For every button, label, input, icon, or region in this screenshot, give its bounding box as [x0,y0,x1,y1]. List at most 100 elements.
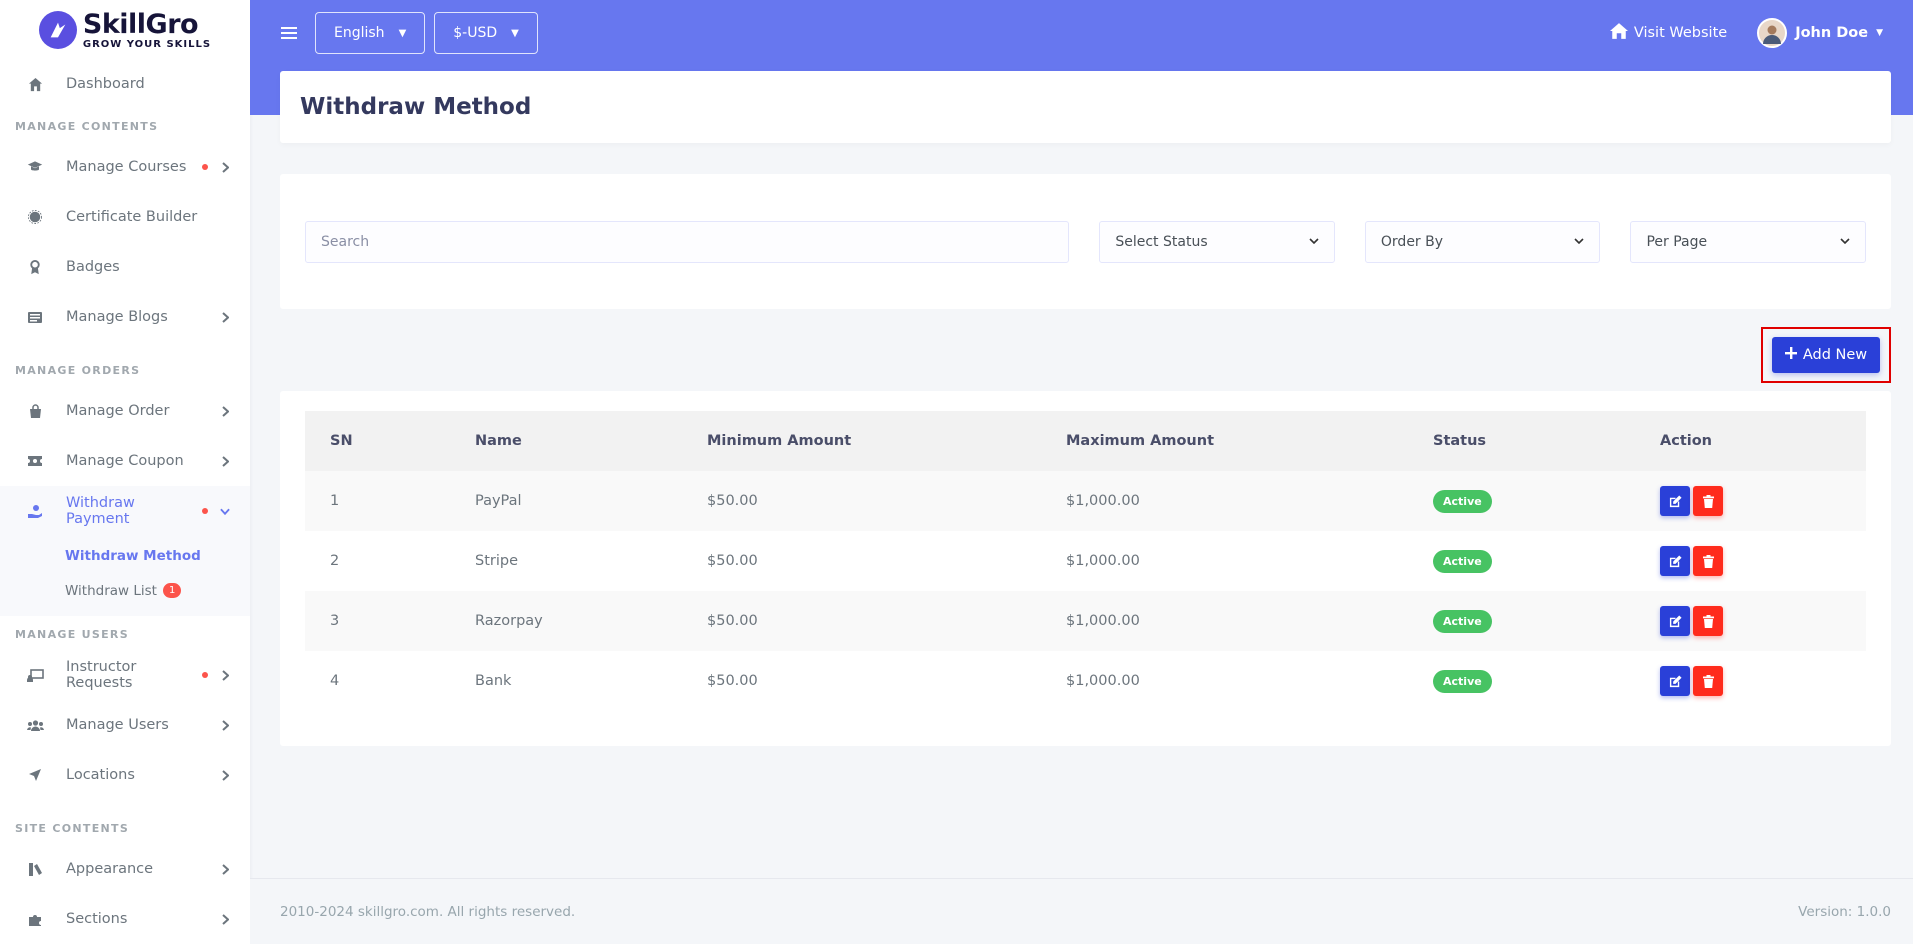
chevron-right-icon [220,311,230,323]
cell-max: $1,000.00 [1066,613,1140,629]
caret-down-icon: ▼ [398,27,407,39]
edit-button[interactable] [1660,486,1690,516]
sidebar-item-label: Dashboard [66,76,145,92]
user-name: John Doe [1795,25,1869,41]
status-badge[interactable]: Active [1433,669,1492,693]
cell-min: $50.00 [707,613,758,629]
cell-status: Active [1408,651,1635,711]
users-icon [26,716,44,734]
cell-min: $50.00 [707,553,758,569]
certificate-icon [26,208,44,226]
cell-action [1635,651,1866,711]
footer: 2010-2024 skillgro.com. All rights reser… [250,878,1913,944]
sidebar-item-manage-order[interactable]: Manage Order [0,386,250,436]
chevron-down-icon [1309,236,1319,247]
sidebar-item-label: Manage Courses [66,159,187,175]
notification-dot [202,672,208,678]
version-text: Version: 1.0.0 [1798,903,1891,920]
sidebar-item-manage-users[interactable]: Manage Users [0,700,250,750]
cell-name: PayPal [475,493,522,509]
sidebar-item-dashboard[interactable]: Dashboard [0,60,250,108]
table-header-row: SN Name Minimum Amount Maximum Amount St… [305,411,1866,471]
sidebar-item-withdraw-payment[interactable]: Withdraw Payment [0,486,250,536]
chalkboard-user-icon [26,666,44,684]
cell-sn: 4 [330,673,340,689]
home-icon [26,75,44,93]
sidebar-item-label: Certificate Builder [66,209,198,225]
currency-value: $-USD [453,25,498,41]
cell-name: Razorpay [475,613,543,629]
brand-logo[interactable]: SkillGro GROW YOUR SKILLS [0,0,250,60]
sidebar-item-manage-coupon[interactable]: Manage Coupon [0,436,250,486]
cell-max: $1,000.00 [1066,673,1140,689]
sidebar-item-certificate-builder[interactable]: Certificate Builder [0,192,250,242]
sidebar-subitem-label: Withdraw List [65,582,157,599]
palette-icon [26,860,44,878]
cell-status: Active [1408,591,1635,651]
cell-status: Active [1408,531,1635,591]
cell-action [1635,471,1866,531]
status-select[interactable]: Select Status [1099,220,1335,263]
logo-icon [38,11,77,49]
column-header-min-amount: Minimum Amount [707,433,852,449]
sidebar-item-badges[interactable]: Badges [0,242,250,292]
table-card: SN Name Minimum Amount Maximum Amount St… [280,391,1891,746]
sidebar-item-manage-blogs[interactable]: Manage Blogs [0,292,250,342]
cell-sn: 2 [330,553,340,569]
sidebar-item-label: Manage Order [66,403,170,419]
sidebar-header: MANAGE CONTENTS [15,119,159,133]
status-badge[interactable]: Active [1433,549,1492,573]
notification-dot [202,508,208,514]
edit-button[interactable] [1660,606,1690,636]
status-select-value: Select Status [1115,233,1208,250]
sidebar-item-appearance[interactable]: Appearance [0,844,250,894]
add-new-label: Add New [1802,347,1868,363]
cell-min: $50.00 [707,493,758,509]
delete-button[interactable] [1693,606,1723,636]
chevron-right-icon [220,863,230,875]
location-arrow-icon [26,766,44,784]
sidebar-item-sections[interactable]: Sections [0,894,250,944]
search-input[interactable]: Search [305,220,1070,263]
order-by-select[interactable]: Order By [1364,220,1601,263]
edit-button[interactable] [1660,546,1690,576]
visit-website-label: Visit Website [1633,25,1728,41]
delete-button[interactable] [1693,546,1723,576]
per-page-select[interactable]: Per Page [1630,220,1866,263]
status-badge[interactable]: Active [1433,609,1492,633]
trash-icon [1702,674,1714,688]
delete-button[interactable] [1693,666,1723,696]
copyright-text: 2010-2024 skillgro.com. All rights reser… [280,903,576,920]
visit-website-link[interactable]: Visit Website [1609,23,1728,43]
sidebar-item-label: Sections [66,911,128,927]
column-header-sn: SN [330,433,353,449]
sidebar-header: MANAGE USERS [15,627,129,641]
cell-min: $50.00 [707,673,758,689]
sidebar-item-label: Appearance [66,861,154,877]
status-badge[interactable]: Active [1433,489,1492,513]
sidebar: SkillGro GROW YOUR SKILLS Dashboard MANA… [0,0,250,944]
currency-select[interactable]: $-USD ▼ [434,12,538,54]
hand-holding-dollar-icon [26,502,44,520]
language-select[interactable]: English ▼ [315,12,426,54]
cell-max: $1,000.00 [1066,553,1140,569]
sidebar-item-manage-courses[interactable]: Manage Courses [0,142,250,192]
sidebar-item-label: Badges [66,259,120,275]
filter-card: Search Select Status Order By Per Page [280,174,1891,309]
edit-button[interactable] [1660,666,1690,696]
sidebar-item-instructor-requests[interactable]: Instructor Requests [0,650,250,700]
sidebar-item-label: Locations [66,767,135,783]
table-row: 1 PayPal $50.00 $1,000.00 Active [305,471,1866,531]
sidebar-header: MANAGE ORDERS [15,363,141,377]
sidebar-subitem-withdraw-list[interactable]: Withdraw List 1 [0,573,250,608]
cell-action [1635,591,1866,651]
user-menu[interactable]: John Doe ▼ [1757,18,1883,48]
sidebar-item-locations[interactable]: Locations [0,750,250,800]
sidebar-subitem-withdraw-method[interactable]: Withdraw Method [0,538,250,573]
add-new-button[interactable]: Add New [1772,337,1880,373]
cell-sn: 3 [330,613,340,629]
delete-button[interactable] [1693,486,1723,516]
main-content: Withdraw Method Search Select Status Ord… [280,71,1891,746]
edit-icon [1669,674,1682,687]
hamburger-menu-icon[interactable] [281,21,297,46]
